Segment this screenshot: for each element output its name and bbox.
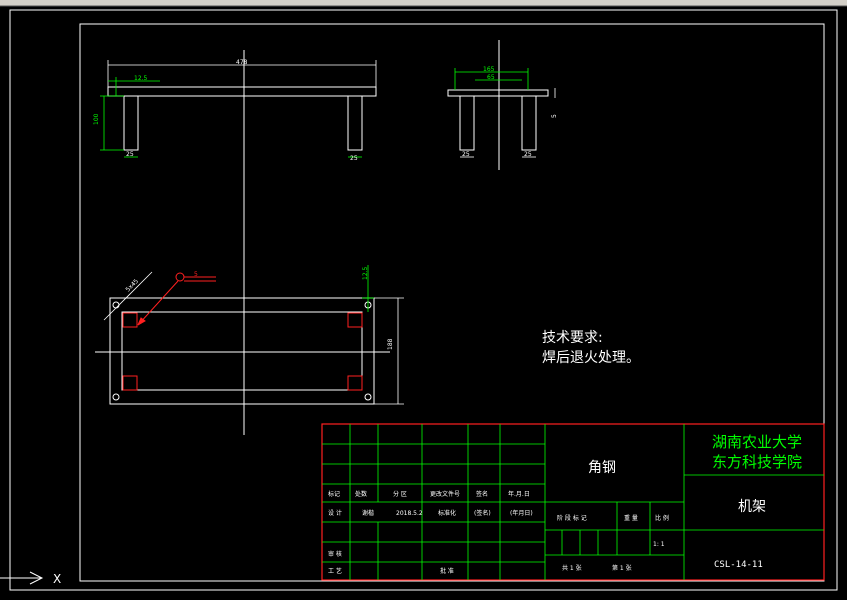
ucs-axis-label: X — [53, 572, 61, 586]
label-process: 工 艺 — [328, 567, 342, 575]
label-scale: 比 例 — [655, 514, 669, 522]
school-name-line2: 东方科技学院 — [712, 453, 802, 471]
dim-side-leg-left: 25 — [462, 151, 470, 158]
label-weight: 重 量 — [624, 514, 638, 522]
dim-plan-height: 188 — [387, 338, 394, 350]
ucs-axis-icon — [0, 571, 44, 585]
dim-thickness: 5 — [551, 114, 558, 118]
weld-note: 5 — [194, 271, 198, 278]
dim-height: 100 — [93, 113, 100, 125]
label-design: 设 计 — [328, 509, 342, 517]
dim-overall-length: 478 — [236, 59, 248, 66]
label-date2: (年月日) — [510, 509, 533, 517]
label-count: 处数 — [355, 490, 367, 498]
side-view-dims — [454, 68, 556, 158]
dim-side-leg-right: 25 — [524, 151, 532, 158]
tech-req-line1: 焊后退火处理。 — [542, 350, 640, 366]
value-scale: 1: 1 — [653, 541, 665, 548]
plan-view-dims — [362, 265, 404, 405]
window-top-strip — [0, 0, 847, 6]
dim-corner: 12.5 — [362, 266, 369, 280]
school-name-line1: 湖南农业大学 — [712, 433, 802, 451]
front-view — [107, 50, 377, 435]
label-review: 审 核 — [328, 550, 342, 558]
label-sign: 签名 — [476, 490, 488, 498]
tech-req-heading: 技术要求: — [542, 330, 603, 346]
material-label: 角钢 — [588, 460, 616, 476]
label-mark: 标记 — [328, 490, 340, 498]
dim-inner-width: 65 — [487, 74, 495, 81]
weld-leader — [137, 272, 216, 326]
cad-drawing-canvas: 478 12.5 100 25 25 165 65 5 25 25 5 5x45… — [0, 0, 847, 600]
label-sheets: 共 1 张 — [562, 564, 582, 572]
drawing-number: CSL-14-11 — [714, 560, 763, 570]
label-sign2: (签名) — [474, 509, 491, 517]
dim-leg-left: 25 — [126, 151, 134, 158]
label-sheet-no: 第 1 张 — [612, 564, 632, 572]
dim-leg-right: 25 — [350, 155, 358, 162]
label-change-doc: 更改文件号 — [430, 490, 460, 498]
label-zone: 分 区 — [393, 490, 407, 498]
value-design-name: 谢楷 — [362, 509, 374, 517]
plan-view — [95, 297, 390, 405]
label-standardize: 标准化 — [438, 509, 456, 517]
bottom-strip — [0, 594, 847, 600]
chamfer-note: 5x45 — [124, 278, 140, 294]
outer-frame — [9, 9, 838, 591]
label-date: 年.月.日 — [508, 490, 530, 498]
dim-outer-width: 165 — [483, 66, 495, 73]
value-design-date: 2018.5.2 — [396, 510, 423, 517]
label-approve: 批 准 — [440, 567, 454, 575]
label-stage: 阶 段 标 记 — [557, 514, 587, 522]
part-name: 机架 — [738, 499, 766, 515]
dim-flange: 12.5 — [134, 75, 148, 82]
